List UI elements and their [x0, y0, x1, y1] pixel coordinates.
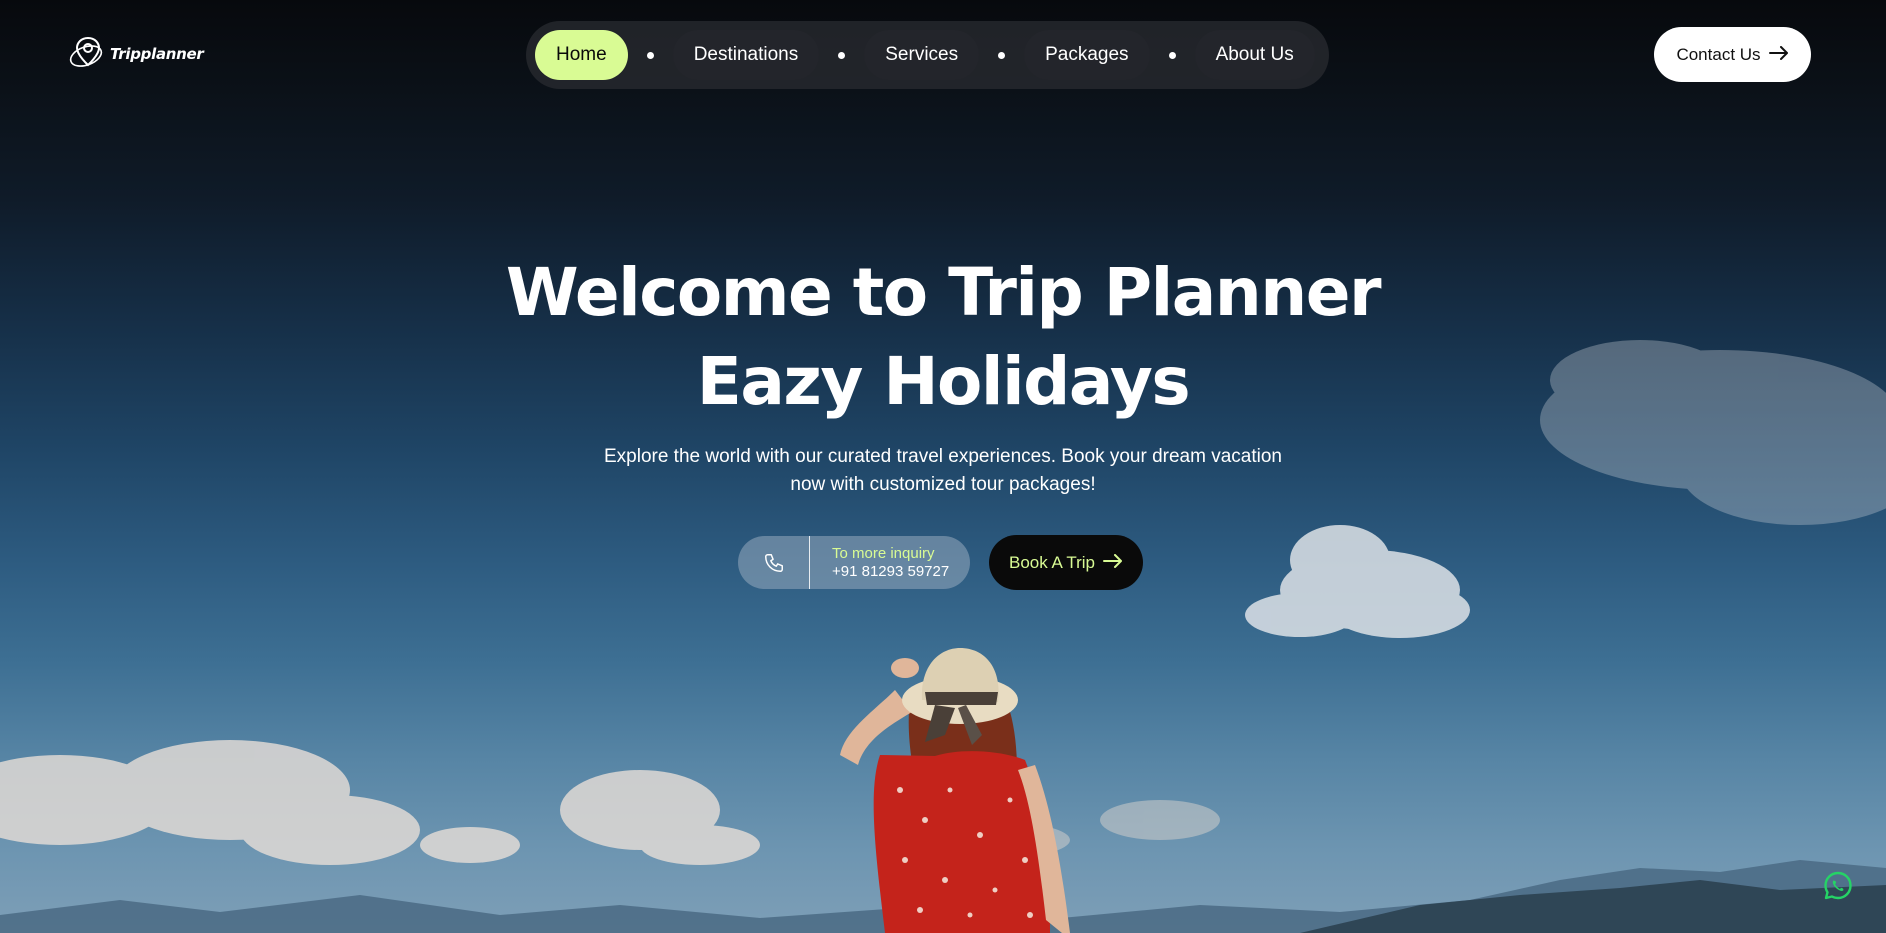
nav-separator-dot	[646, 51, 654, 59]
nav-separator-dot	[838, 51, 846, 59]
nav-item-destinations[interactable]: Destinations	[672, 30, 820, 80]
contact-us-button[interactable]: Contact Us	[1654, 27, 1811, 82]
phone-icon	[738, 536, 810, 589]
inquiry-call-button[interactable]: To more inquiry +91 81293 59727	[738, 536, 970, 589]
brand-logo[interactable]: Tripplanner	[68, 36, 204, 72]
book-a-trip-button[interactable]: Book A Trip	[989, 535, 1143, 590]
contact-us-label: Contact Us	[1676, 44, 1761, 64]
nav-item-services[interactable]: Services	[864, 30, 980, 80]
nav-item-home[interactable]: Home	[535, 30, 628, 80]
nav-separator-dot	[998, 51, 1006, 59]
inquiry-label: To more inquiry	[832, 544, 935, 562]
woman-figure	[840, 648, 1070, 933]
brand-name: Tripplanner	[110, 45, 204, 63]
arrow-right-icon	[1103, 553, 1123, 573]
hero-subtitle: Explore the world with our curated trave…	[603, 446, 1282, 495]
nav-item-about-us[interactable]: About Us	[1194, 30, 1315, 80]
inquiry-phone-number[interactable]: +91 81293 59727	[832, 563, 949, 581]
book-a-trip-label: Book A Trip	[1009, 552, 1095, 572]
whatsapp-icon[interactable]	[1821, 869, 1855, 903]
map-pin-logo-icon	[68, 34, 106, 75]
hero-title-line-1: Welcome to Trip Planner	[505, 254, 1382, 331]
main-nav: Home Destinations Services Packages Abou…	[526, 21, 1329, 89]
nav-separator-dot	[1168, 51, 1176, 59]
hero-title-line-2: Eazy Holidays	[696, 343, 1191, 420]
nav-item-packages[interactable]: Packages	[1024, 30, 1150, 80]
arrow-right-icon	[1768, 45, 1789, 65]
